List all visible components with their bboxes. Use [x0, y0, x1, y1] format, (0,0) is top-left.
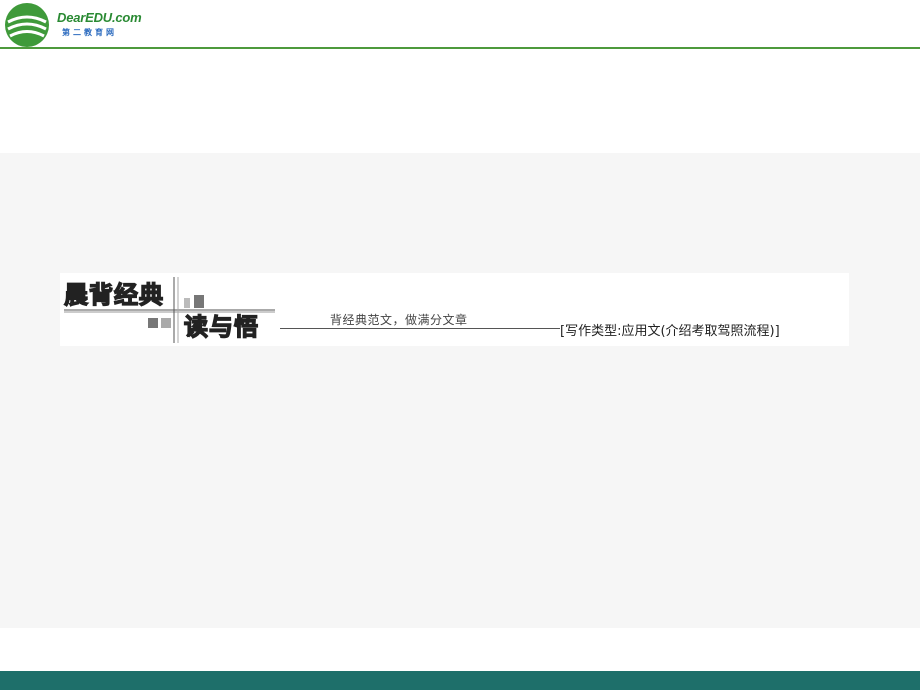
section-title-banner: 晨背经典 读与悟 背经典范文，做满分文章 [写作类型:应用文(介绍考取驾照流程)… — [60, 273, 849, 346]
section-title-part1: 晨背经典 — [63, 280, 164, 309]
section-motto: 背经典范文，做满分文章 — [330, 313, 468, 327]
site-logo[interactable]: DearEDU.com 第二教育网 — [4, 2, 154, 47]
dearedu-logo-icon — [5, 3, 49, 47]
header-divider — [0, 47, 920, 49]
slide-footer-bar — [0, 671, 920, 690]
logo-text: DearEDU.com — [57, 10, 142, 25]
motto-underline — [280, 328, 560, 329]
section-title-part2: 读与悟 — [183, 312, 259, 341]
logo-subtext: 第二教育网 — [62, 28, 117, 37]
slide-header: DearEDU.com 第二教育网 — [0, 0, 920, 49]
slide-content-area — [0, 153, 920, 628]
writing-genre-tag: [写作类型:应用文(介绍考取驾照流程)] — [560, 324, 780, 339]
